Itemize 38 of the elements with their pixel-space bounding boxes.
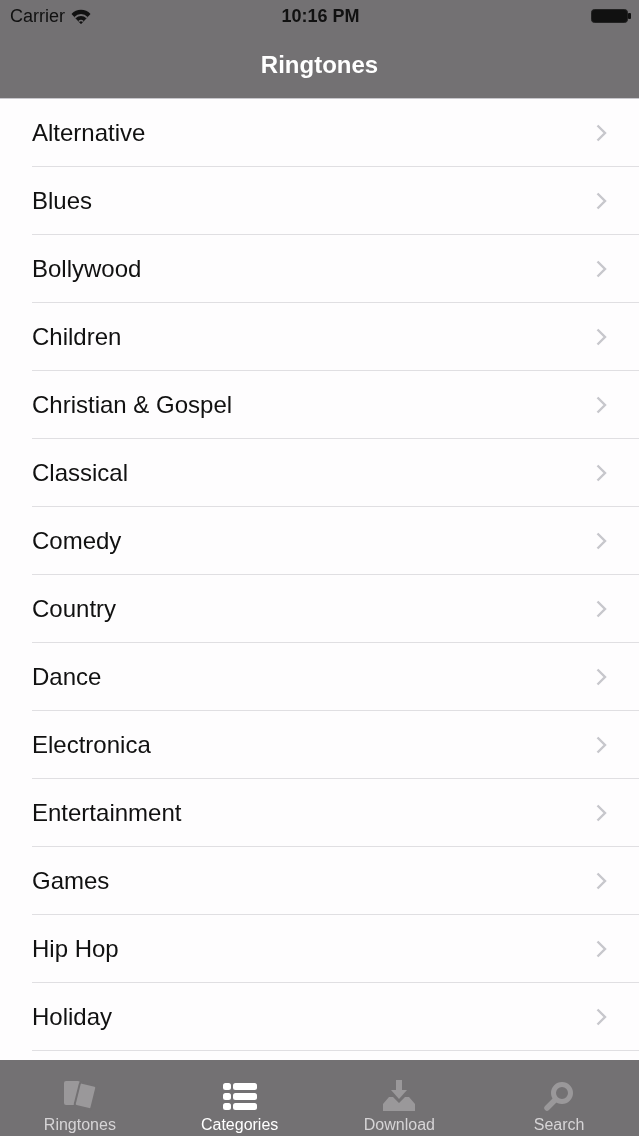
category-row[interactable]: Alternative [0, 99, 639, 167]
chevron-right-icon [596, 1007, 607, 1026]
chevron-right-icon [596, 191, 607, 210]
chevron-right-icon [596, 599, 607, 618]
category-row[interactable]: Games [0, 847, 639, 915]
chevron-right-icon [596, 395, 607, 414]
chevron-right-icon [596, 667, 607, 686]
category-row[interactable]: Bollywood [0, 235, 639, 303]
chevron-right-icon [596, 463, 607, 482]
carrier-label: Carrier [10, 5, 65, 27]
download-tray-icon [383, 1080, 416, 1111]
category-row[interactable]: Comedy [0, 507, 639, 575]
category-row[interactable]: Electronica [0, 711, 639, 779]
category-row[interactable]: Classical [0, 439, 639, 507]
status-time: 10:16 PM [281, 5, 360, 27]
chevron-right-icon [596, 871, 607, 890]
category-row[interactable]: Christian & Gospel [0, 371, 639, 439]
category-row[interactable]: Country [0, 575, 639, 643]
chevron-right-icon [596, 803, 607, 822]
chevron-right-icon [596, 259, 607, 278]
category-row[interactable]: Children [0, 303, 639, 371]
category-row[interactable]: Entertainment [0, 779, 639, 847]
screen-title: Ringtones [260, 50, 379, 80]
chevron-right-icon [596, 327, 607, 346]
chevron-right-icon [596, 735, 607, 754]
list-icon [222, 1083, 257, 1111]
chevron-right-icon [596, 939, 607, 958]
search-icon [544, 1081, 575, 1111]
tab-bar-item[interactable]: Categories [159, 1060, 320, 1136]
category-row[interactable]: Hip Hop [0, 915, 639, 983]
category-row[interactable]: Holiday [0, 983, 639, 1051]
chevron-right-icon [596, 531, 607, 550]
wifi-icon [71, 8, 91, 24]
category-row[interactable]: Blues [0, 167, 639, 235]
chevron-right-icon [596, 123, 607, 142]
cards-icon [61, 1079, 98, 1111]
category-row[interactable]: Dance [0, 643, 639, 711]
battery-icon [591, 9, 631, 23]
